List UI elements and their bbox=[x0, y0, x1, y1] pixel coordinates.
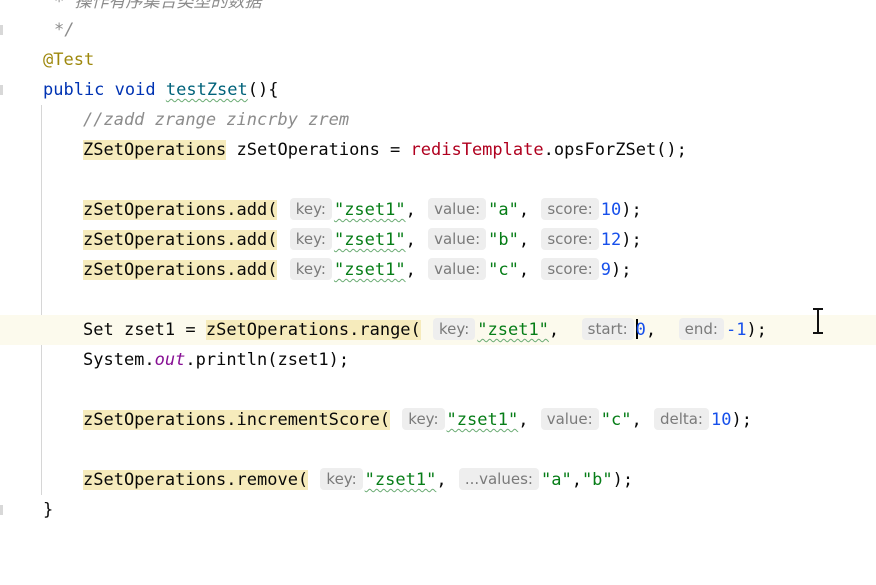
string-literal: "zset1" bbox=[477, 320, 549, 340]
param-hint: score: bbox=[541, 258, 599, 280]
string-literal: "zset1" bbox=[333, 260, 406, 280]
statement-end: ); bbox=[621, 200, 642, 220]
string-literal: "b" bbox=[488, 230, 519, 250]
number-literal: 0 bbox=[635, 320, 646, 340]
string-literal: "b" bbox=[581, 470, 613, 490]
code-line[interactable]: public void testZset(){ bbox=[0, 75, 876, 105]
keyword-public: public bbox=[43, 80, 105, 100]
separator: , bbox=[436, 470, 447, 490]
var-decl: zSetOperations = bbox=[226, 140, 411, 160]
class-ref: System. bbox=[83, 350, 155, 370]
text-cursor-icon bbox=[813, 308, 823, 334]
string-literal: "zset1" bbox=[333, 200, 406, 220]
increment-statement: zSetOperations.incrementScore( key: "zset… bbox=[83, 405, 752, 435]
test-annotation: @Test bbox=[43, 50, 95, 70]
string-literal: "c" bbox=[488, 260, 519, 280]
statement-end: ); bbox=[621, 230, 642, 250]
method-call: .println(zset1); bbox=[185, 350, 350, 370]
param-hint: delta: bbox=[653, 408, 709, 430]
code-line[interactable]: } bbox=[0, 495, 876, 525]
param-hint: key: bbox=[289, 198, 332, 220]
number-literal: 12 bbox=[600, 230, 622, 250]
code-line[interactable]: System.out.println(zset1); bbox=[0, 345, 876, 375]
field-ref: redisTemplate bbox=[410, 140, 544, 160]
method-call: .opsForZSet(); bbox=[543, 140, 687, 160]
separator: , bbox=[571, 470, 582, 490]
statement-end: ); bbox=[612, 470, 634, 490]
line-comment: //zadd zrange zincrby zrem bbox=[83, 110, 350, 130]
separator: , bbox=[405, 200, 416, 220]
doc-comment-end: */ bbox=[54, 20, 75, 40]
separator: , bbox=[548, 320, 560, 340]
call-target: zSetOperations.add( bbox=[83, 260, 278, 280]
closing-brace: } bbox=[43, 500, 54, 520]
separator: , bbox=[645, 320, 657, 340]
type-ref: Set bbox=[83, 320, 114, 340]
separator: , bbox=[518, 410, 529, 430]
param-hint: key: bbox=[402, 408, 445, 430]
code-line[interactable]: zSetOperations.remove( key: "zset1", ...v… bbox=[0, 465, 876, 495]
number-literal: -1 bbox=[725, 320, 747, 340]
method-name: testZset bbox=[165, 80, 248, 100]
param-hint: score: bbox=[541, 198, 599, 220]
param-hint: key: bbox=[320, 468, 363, 490]
code-line[interactable]: zSetOperations.incrementScore( key: "zset… bbox=[0, 405, 876, 435]
current-code-line[interactable]: Set zset1 = zSetOperations.range( key: "z… bbox=[0, 315, 876, 345]
statement-end: ); bbox=[610, 260, 632, 280]
param-hint: score: bbox=[541, 228, 599, 250]
statement-end: ); bbox=[746, 320, 767, 340]
string-literal: "zset1" bbox=[446, 410, 519, 430]
code-line[interactable]: ZSetOperations zSetOperations = redisTem… bbox=[0, 135, 876, 165]
param-hint: key: bbox=[289, 258, 332, 280]
separator: , bbox=[518, 230, 530, 250]
add-call-statement: zSetOperations.add( key: "zset1", value: "… bbox=[83, 255, 631, 285]
param-hint: value: bbox=[428, 198, 487, 220]
param-hint: key: bbox=[289, 228, 332, 250]
code-line[interactable]: zSetOperations.add( key: "zset1", value: "… bbox=[0, 195, 876, 225]
number-literal: 10 bbox=[710, 410, 732, 430]
separator: , bbox=[518, 200, 530, 220]
separator: , bbox=[631, 410, 642, 430]
string-literal: "a" bbox=[488, 200, 519, 220]
range-statement: Set zset1 = zSetOperations.range( key: "z… bbox=[83, 315, 767, 345]
param-hint: key: bbox=[433, 318, 476, 340]
add-call-statement: zSetOperations.add( key: "zset1", value: "… bbox=[83, 225, 642, 255]
method-declaration: public void testZset(){ bbox=[43, 75, 278, 105]
param-hint: value: bbox=[428, 228, 487, 250]
print-statement: System.out.println(zset1); bbox=[83, 345, 349, 375]
type-ref: ZSetOperations bbox=[83, 140, 227, 160]
call-target: zSetOperations.incrementScore( bbox=[83, 410, 391, 430]
ops-declaration: ZSetOperations zSetOperations = redisTem… bbox=[83, 135, 687, 165]
param-hint: start: bbox=[581, 318, 634, 340]
param-hint: ...values: bbox=[458, 468, 539, 490]
string-literal: "a" bbox=[540, 470, 572, 490]
string-literal: "zset1" bbox=[333, 230, 406, 250]
string-literal: "zset1" bbox=[364, 470, 437, 490]
code-line[interactable]: @Test bbox=[0, 45, 876, 75]
param-hint: value: bbox=[540, 408, 599, 430]
remove-statement: zSetOperations.remove( key: "zset1", ...v… bbox=[83, 465, 633, 495]
statement-end: ); bbox=[731, 410, 752, 430]
var-decl: zset1 = bbox=[113, 320, 206, 340]
add-call-statement: zSetOperations.add( key: "zset1", value: "… bbox=[83, 195, 642, 225]
separator: , bbox=[405, 230, 416, 250]
param-hint: value: bbox=[428, 258, 487, 280]
number-literal: 9 bbox=[600, 260, 611, 280]
method-open: (){ bbox=[247, 80, 279, 100]
separator: , bbox=[405, 260, 416, 280]
code-line[interactable]: */ bbox=[0, 15, 876, 45]
call-target: zSetOperations.add( bbox=[83, 230, 278, 250]
separator: , bbox=[518, 260, 530, 280]
code-line[interactable]: zSetOperations.add( key: "zset1", value: "… bbox=[0, 225, 876, 255]
code-line[interactable]: //zadd zrange zincrby zrem bbox=[0, 105, 876, 135]
call-target: zSetOperations.range( bbox=[205, 320, 421, 340]
code-line[interactable]: zSetOperations.add( key: "zset1", value: "… bbox=[0, 255, 876, 285]
number-literal: 10 bbox=[600, 200, 622, 220]
string-literal: "c" bbox=[600, 410, 632, 430]
call-target: zSetOperations.remove( bbox=[83, 470, 309, 490]
param-hint: end: bbox=[678, 318, 724, 340]
call-target: zSetOperations.add( bbox=[83, 200, 278, 220]
static-field: out bbox=[154, 350, 186, 370]
keyword-void: void bbox=[114, 80, 156, 100]
